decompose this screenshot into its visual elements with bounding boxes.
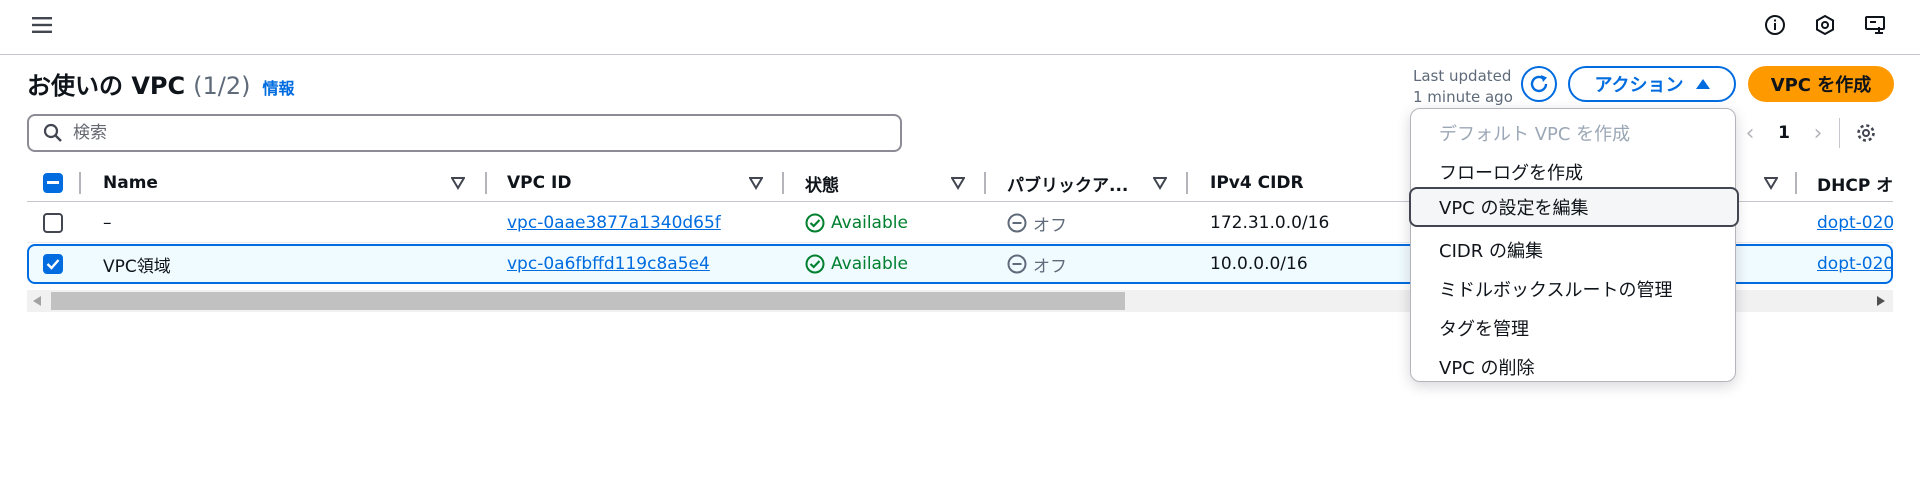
- page-title: お使いの VPC: [27, 72, 186, 100]
- menu-item-create-flow-log[interactable]: フローログを作成: [1411, 152, 1737, 192]
- scroll-left-arrow-icon[interactable]: [33, 296, 41, 306]
- row-checkbox-checked[interactable]: [43, 254, 63, 274]
- dhcp-options-link[interactable]: dopt-020: [1817, 244, 1893, 284]
- column-header-status[interactable]: 状態: [805, 164, 839, 202]
- caret-up-icon: [1695, 79, 1710, 89]
- vpc-name-cell: VPC領域: [103, 256, 171, 277]
- vpc-id-link[interactable]: vpc-0a6fbffd119c8a5e4: [507, 244, 710, 284]
- public-access-text: オフ: [1033, 256, 1067, 277]
- actions-button[interactable]: アクション: [1568, 66, 1736, 102]
- column-divider: [485, 172, 487, 194]
- notifications-icon[interactable]: [1812, 12, 1838, 38]
- search-input[interactable]: [73, 123, 873, 143]
- gear-icon: [1857, 124, 1875, 142]
- next-page-button[interactable]: ›: [1803, 116, 1833, 150]
- current-page-number[interactable]: 1: [1765, 123, 1803, 143]
- column-divider: [1795, 172, 1797, 194]
- checkbox-indeterminate[interactable]: [43, 173, 63, 193]
- menu-item-edit-vpc-settings[interactable]: VPC の設定を編集: [1409, 187, 1739, 227]
- column-divider: [1186, 172, 1188, 194]
- pagination: ‹ 1 ›: [1735, 116, 1878, 150]
- scroll-right-arrow-icon[interactable]: [1877, 296, 1885, 306]
- preferences-button[interactable]: [1854, 121, 1878, 145]
- search-icon: [43, 123, 62, 142]
- actions-button-label: アクション: [1594, 75, 1684, 96]
- row-checkbox[interactable]: [43, 213, 63, 233]
- vpc-id-link[interactable]: vpc-0aae3877a1340d65f: [507, 203, 721, 243]
- check-circle-icon: [805, 254, 825, 274]
- page-header: お使いの VPC (1/2) 情報: [27, 66, 295, 101]
- actions-dropdown-menu: デフォルト VPC を作成 フローログを作成 VPC の設定を編集 CIDR の…: [1409, 108, 1739, 382]
- dhcp-options-link[interactable]: dopt-020: [1817, 203, 1893, 243]
- menu-item-create-default-vpc: デフォルト VPC を作成: [1439, 124, 1631, 145]
- selection-count: (1/2): [193, 72, 251, 100]
- column-header-public-access[interactable]: パブリックア...: [1007, 164, 1128, 202]
- column-divider: [984, 172, 986, 194]
- minus-circle-icon: [1007, 254, 1027, 274]
- menu-item-manage-middlebox-routes[interactable]: ミドルボックスルートの管理: [1411, 269, 1737, 309]
- vpc-name-cell: –: [103, 213, 112, 233]
- sort-icon[interactable]: [749, 176, 763, 190]
- sort-icon[interactable]: [1153, 176, 1167, 190]
- status-text: Available: [831, 254, 908, 274]
- sort-icon[interactable]: [451, 176, 465, 190]
- select-all-checkbox[interactable]: [43, 164, 63, 202]
- last-updated-text: Last updated 1 minute ago: [1413, 66, 1513, 108]
- status-text: Available: [831, 213, 908, 233]
- pagination-divider: [1839, 118, 1840, 148]
- last-updated-time: 1 minute ago: [1413, 88, 1513, 106]
- public-access-cell: オフ: [1007, 203, 1067, 243]
- top-navigation-bar: [0, 0, 1920, 55]
- info-link[interactable]: 情報: [263, 75, 295, 99]
- column-divider: [79, 172, 81, 194]
- info-icon[interactable]: [1762, 12, 1788, 38]
- refresh-icon: [1530, 75, 1548, 93]
- column-header-ipv4-cidr[interactable]: IPv4 CIDR: [1210, 164, 1304, 202]
- column-header-dhcp-options[interactable]: DHCP オ: [1817, 164, 1893, 202]
- create-vpc-button[interactable]: VPC を作成: [1748, 66, 1894, 102]
- previous-page-button[interactable]: ‹: [1735, 116, 1765, 150]
- sort-icon[interactable]: [951, 176, 965, 190]
- refresh-button[interactable]: [1521, 66, 1557, 102]
- menu-item-edit-cidrs[interactable]: CIDR の編集: [1411, 230, 1737, 270]
- public-access-text: オフ: [1033, 215, 1067, 236]
- feedback-icon[interactable]: [1862, 12, 1888, 38]
- sort-icon[interactable]: [1764, 176, 1778, 190]
- ipv4-cidr-cell: 172.31.0.0/16: [1210, 213, 1330, 233]
- column-divider: [782, 172, 784, 194]
- search-field[interactable]: [27, 114, 902, 152]
- menu-item-delete-vpc[interactable]: VPC の削除: [1411, 347, 1737, 387]
- status-cell: Available: [805, 203, 908, 243]
- minus-circle-icon: [1007, 213, 1027, 233]
- ipv4-cidr-cell: 10.0.0.0/16: [1210, 254, 1308, 274]
- column-header-name[interactable]: Name: [103, 164, 158, 202]
- public-access-cell: オフ: [1007, 244, 1067, 284]
- scrollbar-thumb[interactable]: [51, 292, 1125, 310]
- hamburger-menu-icon[interactable]: [29, 12, 55, 38]
- check-circle-icon: [805, 213, 825, 233]
- column-header-vpc-id[interactable]: VPC ID: [507, 164, 571, 202]
- menu-item-manage-tags[interactable]: タグを管理: [1411, 308, 1737, 348]
- last-updated-label: Last updated: [1413, 67, 1512, 85]
- status-cell: Available: [805, 244, 908, 284]
